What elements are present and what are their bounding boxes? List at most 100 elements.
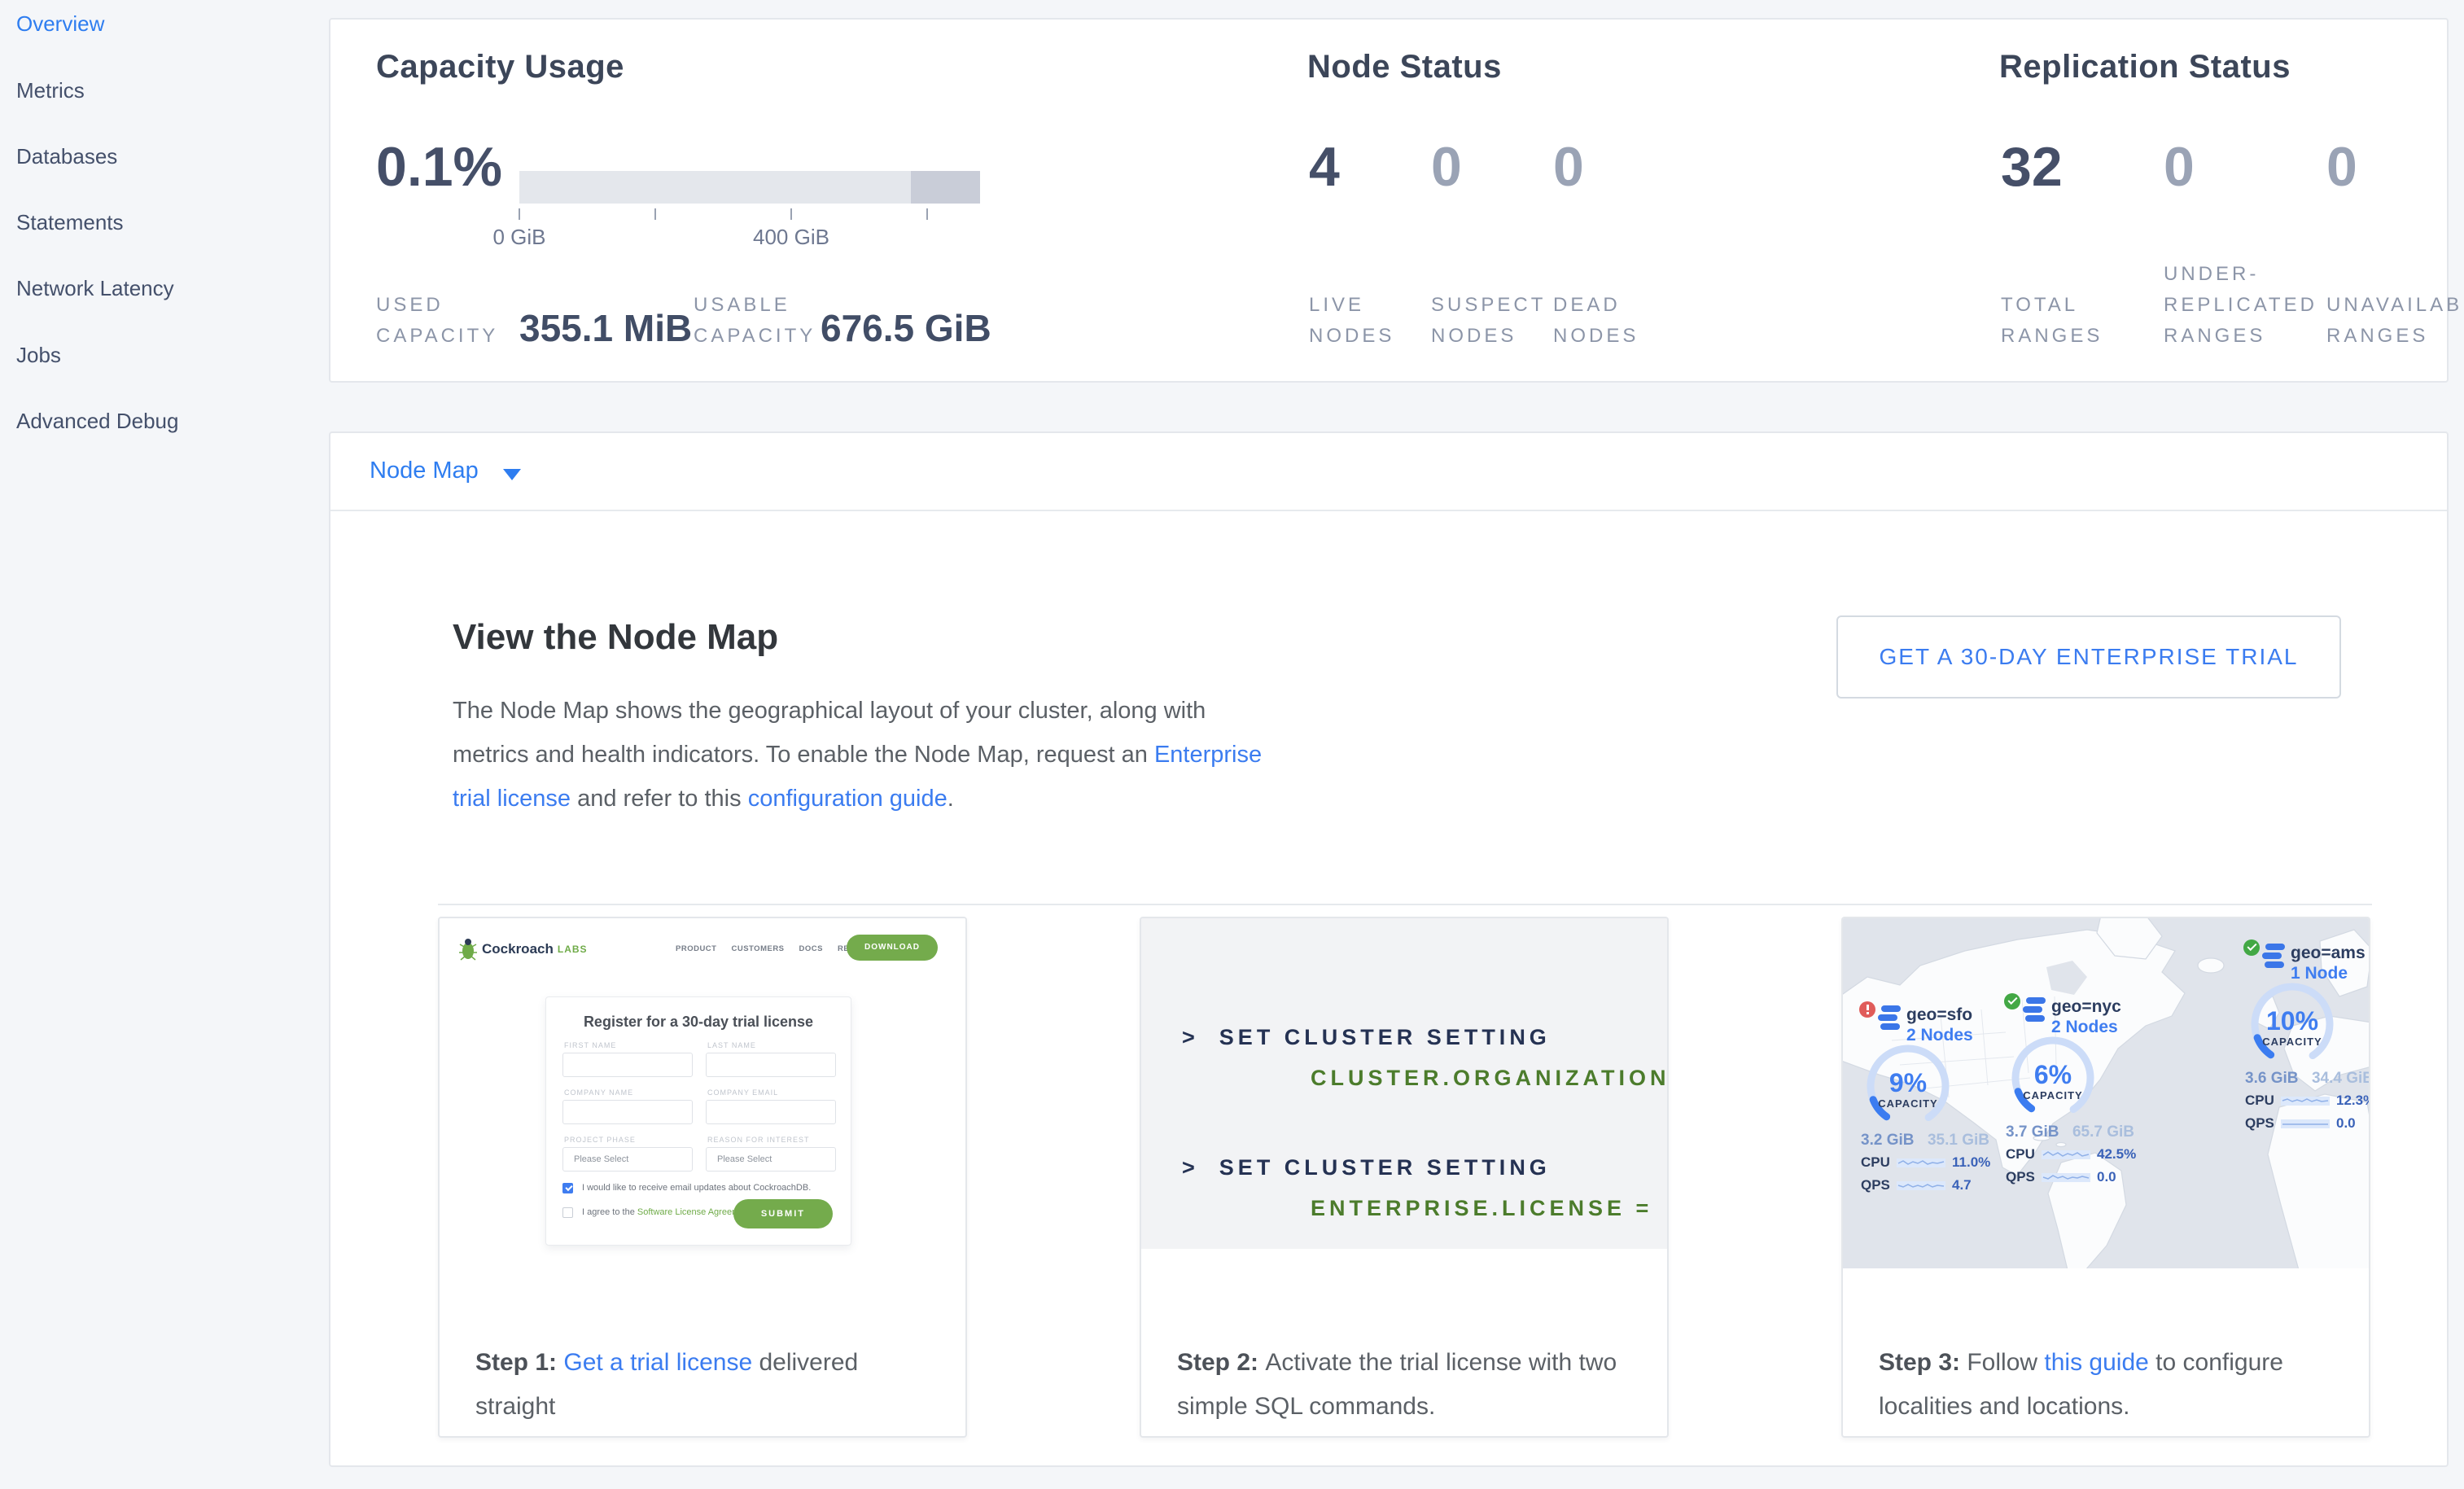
capacity-gauge: 6% CAPACITY [2007, 1032, 2099, 1123]
node-status-title: Node Status [1307, 49, 1502, 85]
usable-capacity-label: USABLE CAPACITY [694, 290, 824, 352]
license-agree-text: I agree to the Software License Agreemen… [582, 1207, 755, 1217]
capacity-used-percent: 0.1% [376, 135, 502, 199]
status-ok-icon [2004, 993, 2020, 1009]
sidebar-item-jobs[interactable]: Jobs [16, 343, 61, 368]
description-line-3: trial license and refer to this configur… [453, 777, 1262, 821]
node-map-heading: View the Node Map [453, 617, 778, 658]
sql-line-2: CLUSTER.ORGANIZATION = [1311, 1066, 1669, 1091]
status-warning-icon [1859, 1001, 1875, 1018]
qps-sparkline [2281, 1118, 2330, 1129]
sql-line-1: > SET CLUSTER SETTING [1182, 1025, 1551, 1050]
under-replicated-value: 0 [2164, 135, 2195, 199]
capacity-axis-label-0: 0 GiB [454, 225, 584, 250]
description-line-1: The Node Map shows the geographical layo… [453, 689, 1262, 733]
qps-sparkline [1897, 1180, 1945, 1191]
replication-status-title: Replication Status [1999, 49, 2291, 85]
cpu-sparkline [2042, 1149, 2090, 1160]
this-guide-link[interactable]: this guide [2044, 1349, 2148, 1376]
used-capacity-value: 355.1 MiB [519, 306, 692, 350]
unavailable-ranges-label: UNAVAILABLE RANGES [2326, 290, 2464, 352]
form-title: Register for a 30-day trial license [546, 1014, 851, 1031]
node-map-view-selector[interactable]: Node Map [330, 433, 2447, 511]
suspect-nodes-value: 0 [1431, 135, 1462, 199]
submit-button: SUBMIT [733, 1199, 833, 1228]
brand-name: Cockroach [482, 941, 554, 957]
capacity-bar-reserved-segment [911, 171, 980, 204]
sidebar-item-databases[interactable]: Databases [16, 144, 117, 169]
cpu-sparkline [1897, 1157, 1945, 1168]
cockroach-bug-icon [459, 938, 477, 961]
first-name-label: FIRST NAME [564, 1041, 616, 1049]
sql-line-4: ENTERPRISE.LICENSE = [1311, 1196, 1652, 1221]
company-name-label: COMPANY NAME [564, 1088, 633, 1097]
node-stack-icon [2261, 943, 2286, 972]
node-map-panel: Node Map View the Node Map The Node Map … [329, 431, 2449, 1467]
sql-commands-block: > SET CLUSTER SETTING CLUSTER.ORGANIZATI… [1141, 918, 1667, 1249]
step-2-caption: Step 2: Activate the trial license with … [1177, 1341, 1645, 1429]
project-phase-placeholder: Please Select [574, 1154, 628, 1164]
sidebar-item-overview[interactable]: Overview [16, 11, 104, 37]
company-email-label: COMPANY EMAIL [707, 1088, 778, 1097]
suspect-nodes-label: SUSPECT NODES [1431, 290, 1537, 352]
cluster-overview-page: Overview Metrics Databases Statements Ne… [0, 0, 2464, 1489]
project-phase-label: PROJECT PHASE [564, 1136, 636, 1144]
capacity-gauge: 9% CAPACITY [1862, 1040, 1954, 1132]
dead-nodes-value: 0 [1553, 135, 1584, 199]
capacity-axis-tick [926, 208, 928, 220]
nav-docs: DOCS [799, 944, 823, 953]
usable-capacity-value: 676.5 GiB [821, 306, 991, 350]
description-line-2: metrics and health indicators. To enable… [453, 733, 1262, 777]
email-updates-checkbox [562, 1183, 573, 1193]
company-name-field [562, 1100, 693, 1124]
sidebar-item-network-latency[interactable]: Network Latency [16, 276, 174, 301]
live-nodes-label: LIVE NODES [1309, 290, 1415, 352]
license-agree-checkbox [562, 1207, 573, 1218]
last-name-field [706, 1053, 836, 1077]
sidebar-item-advanced-debug[interactable]: Advanced Debug [16, 409, 178, 434]
brand-suffix: LABS [558, 944, 588, 955]
node-map-description: The Node Map shows the geographical layo… [453, 689, 1262, 821]
capacity-axis-tick [519, 208, 520, 220]
unavailable-ranges-value: 0 [2326, 135, 2357, 199]
nav-customers: CUSTOMERS [731, 944, 784, 953]
node-stack-icon [1877, 1005, 1902, 1034]
under-replicated-label: UNDER-REPLICATED RANGES [2164, 259, 2331, 352]
trial-license-site-thumbnail: Cockroach LABS PRODUCT CUSTOMERS DOCS RE… [440, 918, 965, 1244]
sql-line-3: > SET CLUSTER SETTING [1182, 1155, 1551, 1180]
step-3-caption: Step 3: Follow this guide to configure l… [1879, 1341, 2347, 1429]
status-ok-icon [2243, 939, 2260, 956]
chevron-down-icon [503, 469, 521, 480]
total-ranges-label: TOTAL RANGES [2001, 290, 2168, 352]
section-divider [438, 904, 2372, 905]
configuration-guide-link[interactable]: configuration guide [748, 786, 948, 812]
capacity-gauge: 10% CAPACITY [2247, 979, 2338, 1070]
company-email-field [706, 1100, 836, 1124]
email-updates-text: I would like to receive email updates ab… [582, 1183, 811, 1193]
enterprise-trial-license-link[interactable]: trial license [453, 786, 571, 812]
qps-sparkline [2042, 1171, 2090, 1183]
trial-registration-form: Register for a 30-day trial license FIRS… [545, 996, 851, 1246]
capacity-axis-label-400: 400 GiB [726, 225, 856, 250]
last-name-label: LAST NAME [707, 1041, 756, 1049]
enterprise-trial-license-link[interactable]: Enterprise [1154, 742, 1262, 768]
dead-nodes-label: DEAD NODES [1553, 290, 1659, 352]
node-stack-icon [2022, 996, 2046, 1026]
step-3-card: geo=sfo2 Nodes 9% CAPACITY 3.2 GiB35.1 G… [1841, 917, 2370, 1438]
download-button: DOWNLOAD [847, 935, 938, 961]
reason-label: REASON FOR INTEREST [707, 1136, 810, 1144]
sidebar-item-statements[interactable]: Statements [16, 210, 124, 235]
get-trial-license-link[interactable]: Get a trial license [563, 1349, 752, 1376]
capacity-bar [519, 171, 980, 204]
step-1-card: Cockroach LABS PRODUCT CUSTOMERS DOCS RE… [438, 917, 967, 1438]
first-name-field [562, 1053, 693, 1077]
node-map-selector-label: Node Map [370, 458, 479, 484]
capacity-axis-tick [790, 208, 792, 220]
capacity-axis-tick [654, 208, 656, 220]
node-map-preview: geo=sfo2 Nodes 9% CAPACITY 3.2 GiB35.1 G… [1843, 918, 2369, 1268]
capacity-usage-title: Capacity Usage [376, 49, 624, 85]
get-enterprise-trial-button[interactable]: GET A 30-DAY ENTERPRISE TRIAL [1836, 615, 2341, 699]
nav-product: PRODUCT [676, 944, 716, 953]
sidebar-item-metrics[interactable]: Metrics [16, 78, 85, 103]
used-capacity-label: USED CAPACITY [376, 290, 506, 352]
